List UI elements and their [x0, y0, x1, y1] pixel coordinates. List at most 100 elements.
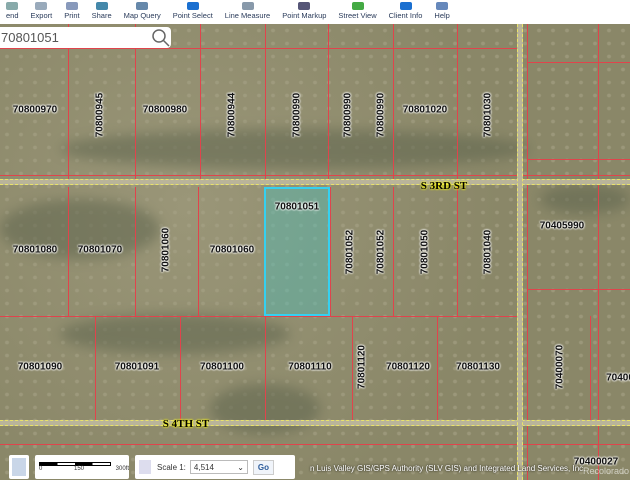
- parcel-label[interactable]: 70801120: [386, 362, 430, 373]
- watermark: Recolorado: [583, 466, 630, 476]
- parcel-label[interactable]: 70800945: [95, 93, 106, 138]
- parcel-label[interactable]: 70801080: [13, 245, 58, 256]
- parcel-line: [393, 187, 394, 316]
- map-canvas[interactable]: 70800970 70800945 70800980 70800944 70800990…: [0, 24, 630, 480]
- parcel-label[interactable]: 70800990: [376, 93, 387, 138]
- toolbar-label: Client Info: [388, 11, 423, 20]
- toolbar-label: Share: [91, 11, 112, 20]
- scale-tick: 300ft: [115, 466, 129, 472]
- parcel-label[interactable]: 70800990: [343, 93, 354, 138]
- legend-icon: [6, 2, 19, 10]
- parcel-line: [95, 316, 96, 420]
- parcel-label[interactable]: 70801050: [420, 230, 431, 275]
- parcel-line: [0, 444, 630, 445]
- toolbar-help-button[interactable]: Help: [428, 2, 455, 24]
- parcel-line: [265, 316, 266, 420]
- chevron-down-icon: ⌄: [237, 462, 244, 472]
- parcel-label[interactable]: 70801120: [357, 345, 368, 389]
- parcel-label[interactable]: 70801052: [376, 230, 387, 275]
- parcel-label[interactable]: 70800944: [227, 93, 238, 138]
- overview-icon[interactable]: [12, 458, 26, 476]
- search-icon[interactable]: [151, 28, 171, 48]
- street-label-s-4th-st: S 4TH ST: [162, 418, 210, 430]
- info-icon: [399, 2, 412, 10]
- parcel-line: [527, 62, 630, 63]
- parcel-label[interactable]: 70400070: [555, 345, 566, 390]
- share-icon: [95, 2, 108, 10]
- info-icon: [186, 2, 199, 10]
- toolbar-label: Export: [30, 11, 53, 20]
- parcel-label[interactable]: 70400: [606, 373, 630, 384]
- parcel-line: [0, 316, 520, 317]
- parcel-line: [457, 187, 458, 316]
- help-icon: [436, 2, 449, 10]
- parcel-line: [598, 24, 599, 480]
- parcel-label[interactable]: 70801060: [210, 245, 255, 256]
- toolbar-end-button[interactable]: end: [0, 2, 25, 24]
- street-label-s-3rd-st: S 3RD ST: [420, 180, 468, 192]
- parcel-label[interactable]: 70801091: [115, 362, 160, 373]
- toolbar: end Export Print Share Map Query Point Select…: [0, 0, 630, 24]
- parcel-line: [68, 187, 69, 316]
- scalebar: 0 150 300ft: [35, 455, 129, 479]
- scale-select[interactable]: 4,514 ⌄: [189, 460, 248, 474]
- parcel-label[interactable]: 70801040: [483, 230, 494, 275]
- parcel-line: [527, 24, 528, 480]
- parcel-line: [527, 159, 630, 160]
- print-icon: [65, 2, 78, 10]
- parcel-line: [180, 316, 181, 420]
- parcel-label[interactable]: 70800990: [292, 93, 303, 138]
- toolbar-export-button[interactable]: Export: [25, 2, 59, 24]
- parcel-label[interactable]: 70801100: [200, 362, 244, 373]
- toolbar-client-info-button[interactable]: Client Info: [383, 2, 429, 24]
- toolbar-label: end: [6, 11, 19, 20]
- parcel-label[interactable]: 70801052: [345, 230, 356, 275]
- scale-label: Scale 1:: [157, 462, 186, 472]
- parcel-label[interactable]: 70801090: [18, 362, 63, 373]
- toolbar-label: Help: [434, 11, 450, 20]
- road-vertical: [517, 24, 523, 480]
- parcel-label[interactable]: 70801070: [78, 245, 123, 256]
- parcel-label[interactable]: 70801060: [161, 228, 172, 273]
- toolbar-point-markup-button[interactable]: Point Markup: [276, 2, 332, 24]
- road-s-3rd-st: [0, 179, 630, 185]
- toolbar-label: Point Markup: [282, 11, 327, 20]
- pin-icon: [298, 2, 311, 10]
- scale-value: 4,514: [193, 462, 214, 472]
- parcel-label[interactable]: 70801030: [483, 93, 494, 138]
- toolbar-street-view-button[interactable]: Street View: [332, 2, 382, 24]
- go-button[interactable]: Go: [252, 459, 275, 475]
- toolbar-line-measure-button[interactable]: Line Measure: [219, 2, 276, 24]
- toolbar-print-button[interactable]: Print: [58, 2, 85, 24]
- road-s-4th-st: [0, 420, 630, 426]
- scalebar-panel: [9, 455, 29, 479]
- toolbar-point-select-button[interactable]: Point Select: [167, 2, 219, 24]
- toolbar-map-query-button[interactable]: Map Query: [118, 2, 167, 24]
- parcel-label[interactable]: 70801130: [456, 362, 500, 373]
- search-input[interactable]: 70801051: [0, 30, 151, 45]
- search-box[interactable]: 70801051: [0, 27, 171, 48]
- parcel-line: [198, 187, 199, 316]
- parcel-label[interactable]: 70801110: [288, 362, 331, 373]
- export-icon: [35, 2, 48, 10]
- ruler-icon: [241, 2, 254, 10]
- parcel-label[interactable]: 70801020: [403, 105, 448, 116]
- street-view-icon: [351, 2, 364, 10]
- parcel-line: [352, 316, 353, 420]
- parcel-line: [0, 48, 520, 49]
- parcel-line: [0, 175, 630, 176]
- scale-tick: 0: [39, 466, 43, 472]
- search-icon: [136, 2, 149, 10]
- parcel-line: [135, 187, 136, 316]
- toolbar-label: Print: [64, 11, 80, 20]
- parcel-line: [330, 187, 331, 316]
- parcel-label[interactable]: 70800980: [143, 105, 188, 116]
- selected-parcel-label[interactable]: 70801051: [275, 202, 320, 213]
- toolbar-share-button[interactable]: Share: [86, 2, 118, 24]
- toolbar-label: Point Select: [172, 11, 213, 20]
- parcel-line: [437, 316, 438, 420]
- parcel-line: [590, 316, 591, 420]
- parcel-label[interactable]: 70405990: [540, 221, 585, 232]
- scale-panel: Scale 1: 4,514 ⌄ Go: [135, 455, 295, 479]
- parcel-label[interactable]: 70800970: [13, 105, 58, 116]
